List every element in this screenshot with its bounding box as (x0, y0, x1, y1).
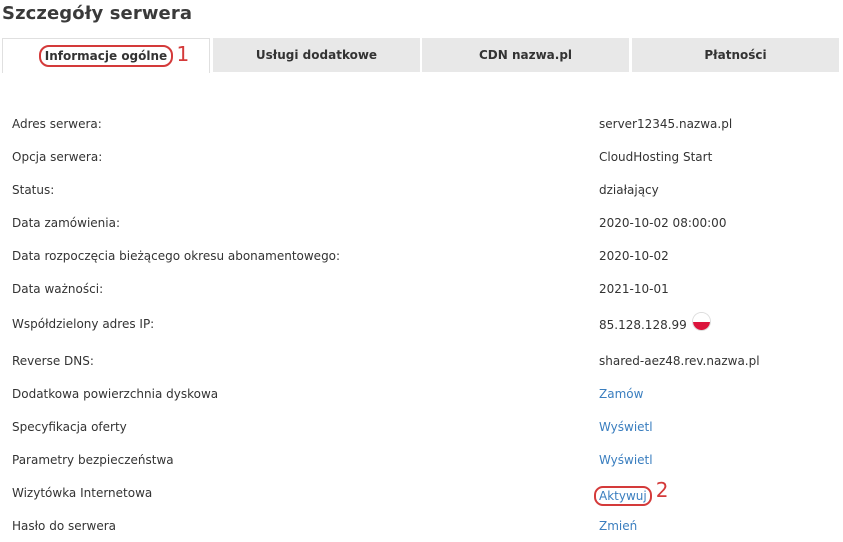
detail-label: Dodatkowa powierzchnia dyskowa (12, 387, 219, 401)
detail-value: 2020-10-02 08:00:00 (599, 216, 727, 230)
tab-label: Usługi dodatkowe (255, 48, 378, 62)
detail-label: Opcja serwera: (12, 150, 103, 164)
detail-value-ip: 85.128.128.99 (599, 313, 710, 333)
detail-label: Specyfikacja oferty (12, 420, 127, 434)
tab-cdn[interactable]: CDN nazwa.pl (422, 38, 629, 72)
detail-label: Data rozpoczęcia bieżącego okresu abonam… (12, 249, 341, 263)
tab-label: Płatności (704, 48, 767, 62)
detail-row-period-start: Data rozpoczęcia bieżącego okresu abonam… (12, 239, 812, 272)
detail-label: Parametry bezpieczeństwa (12, 453, 174, 467)
tab-label: CDN nazwa.pl (478, 48, 573, 62)
detail-row-expiry-date: Data ważności: 2021-10-01 (12, 272, 812, 305)
detail-row-extra-disk: Dodatkowa powierzchnia dyskowa Zamów (12, 377, 812, 410)
annotation-marker-2: 2 (655, 478, 669, 502)
detail-label: Adres serwera: (12, 117, 102, 131)
activate-link-wrap: Aktywuj 2 (594, 480, 668, 506)
view-security-params-link[interactable]: Wyświetl (599, 453, 653, 467)
tab-platnosci[interactable]: Płatności (632, 38, 839, 72)
detail-row-status: Status: działający (12, 173, 812, 206)
detail-label: Status: (12, 183, 55, 197)
poland-flag-icon (692, 313, 710, 330)
detail-row-server-password: Hasło do serwera Zmień (12, 509, 812, 542)
detail-row-offer-spec: Specyfikacja oferty Wyświetl (12, 410, 812, 443)
detail-row-shared-ip: Współdzielony adres IP: 85.128.128.99 (12, 305, 812, 344)
detail-value: server12345.nazwa.pl (599, 117, 733, 131)
detail-row-order-date: Data zamówienia: 2020-10-02 08:00:00 (12, 206, 812, 239)
detail-value: 2021-10-01 (599, 282, 669, 296)
tab-label: Informacje ogólne (38, 45, 174, 67)
detail-label: Data ważności: (12, 282, 104, 296)
activate-business-card-link[interactable]: Aktywuj (594, 486, 652, 506)
detail-row-server-address: Adres serwera: server12345.nazwa.pl (12, 107, 812, 140)
order-disk-link[interactable]: Zamów (599, 387, 643, 401)
view-offer-spec-link[interactable]: Wyświetl (599, 420, 653, 434)
tab-label-wrap: Informacje ogólne 1 (38, 44, 189, 67)
detail-row-server-option: Opcja serwera: CloudHosting Start (12, 140, 812, 173)
detail-value: shared-aez48.rev.nazwa.pl (599, 354, 760, 368)
ip-address: 85.128.128.99 (599, 317, 687, 332)
page-title: Szczegóły serwera (2, 3, 193, 24)
detail-label: Współdzielony adres IP: (12, 317, 155, 331)
detail-label: Data zamówienia: (12, 216, 121, 230)
detail-label: Hasło do serwera (12, 519, 117, 533)
status-value: działający (599, 183, 659, 197)
server-details-list: Adres serwera: server12345.nazwa.pl Opcj… (12, 107, 812, 542)
detail-label: Wizytówka Internetowa (12, 486, 153, 500)
annotation-marker-1: 1 (176, 42, 190, 66)
detail-label: Reverse DNS: (12, 354, 94, 368)
tab-uslugi-dodatkowe[interactable]: Usługi dodatkowe (213, 38, 420, 72)
tab-informacje-ogolne[interactable]: Informacje ogólne 1 (2, 38, 210, 73)
detail-row-reverse-dns: Reverse DNS: shared-aez48.rev.nazwa.pl (12, 344, 812, 377)
tab-bar: Informacje ogólne 1 Usługi dodatkowe CDN… (2, 38, 840, 73)
detail-row-security-params: Parametry bezpieczeństwa Wyświetl (12, 443, 812, 476)
detail-value: CloudHosting Start (599, 150, 713, 164)
change-password-link[interactable]: Zmień (599, 519, 637, 533)
detail-value: 2020-10-02 (599, 249, 669, 263)
detail-row-business-card: Wizytówka Internetowa Aktywuj 2 (12, 476, 812, 509)
